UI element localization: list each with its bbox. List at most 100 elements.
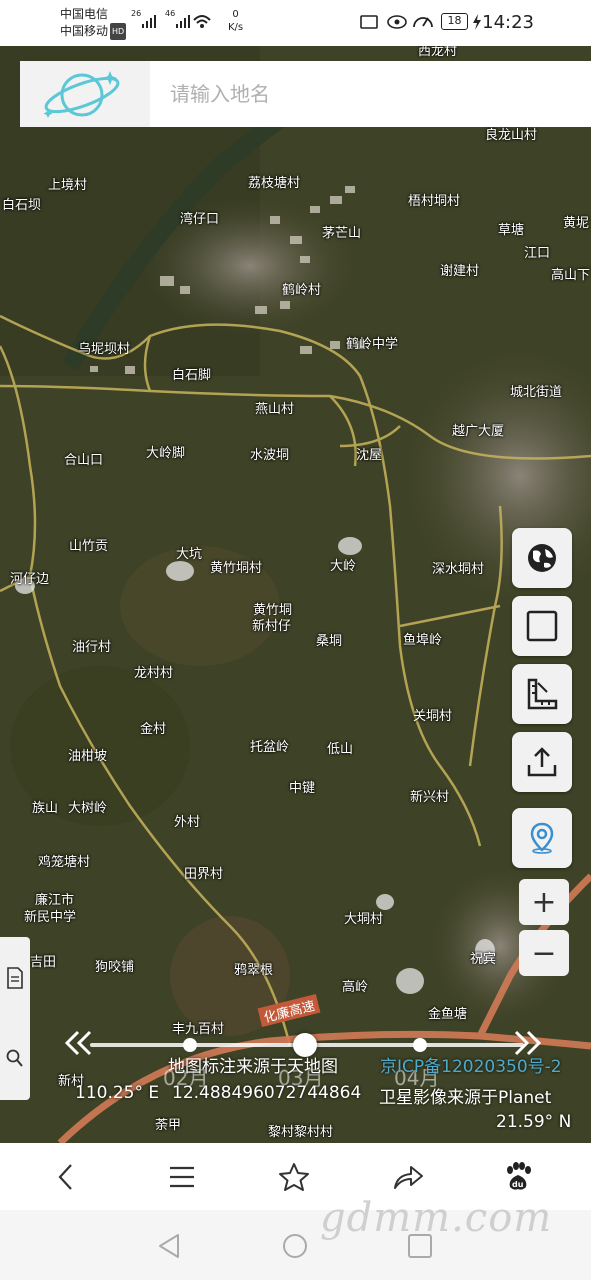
cast-icon [360, 15, 378, 29]
map-label: 田界村 [184, 867, 224, 882]
map-label: 江口 [524, 246, 551, 261]
map-label: 鹤岭中学 [346, 337, 399, 352]
search-input[interactable] [170, 61, 570, 127]
center-value: 12.488496072744864 [172, 1083, 362, 1103]
star-icon [279, 1162, 309, 1191]
nav-back-icon[interactable] [156, 1232, 182, 1260]
map-label: 桑垌 [316, 634, 343, 649]
measure-button[interactable] [512, 664, 572, 724]
map-label: 低山 [327, 742, 354, 757]
map-label: 大岭脚 [146, 446, 186, 461]
map-label: 大垌村 [344, 912, 384, 927]
app-logo[interactable] [20, 61, 150, 127]
carrier-1: 中国电信 [60, 7, 109, 21]
search-bar [20, 61, 591, 127]
map-imagery [0, 46, 591, 1143]
map-label: 外村 [174, 815, 201, 830]
map-label: 深水垌村 [432, 562, 485, 577]
map-label: 鸦翠根 [234, 963, 274, 978]
map-label: 燕山村 [255, 402, 295, 417]
map-label: 大岭 [330, 559, 357, 574]
map-label: 新村仔 [252, 619, 292, 634]
menu-icon [170, 1166, 194, 1187]
map-label: 鱼埠岭 [403, 633, 443, 648]
map-label: 高山下 [551, 268, 591, 283]
square-select-button[interactable] [512, 596, 572, 656]
map-label: 吉田 [30, 955, 57, 970]
map-label: 油柑坡 [68, 749, 108, 764]
map-label: 水波垌 [250, 448, 290, 463]
map-label: 乌坭坝村 [78, 342, 131, 357]
menu-button[interactable] [152, 1143, 212, 1210]
charging-icon [473, 14, 481, 30]
ruler-icon [527, 678, 558, 710]
back-button[interactable] [36, 1143, 96, 1210]
svg-text:du: du [512, 1180, 524, 1189]
map-label: 越广大厦 [452, 424, 505, 439]
bookmark-button[interactable] [264, 1143, 324, 1210]
status-icons [360, 12, 438, 36]
map-label: 茅芒山 [322, 226, 362, 241]
carrier-info: 中国电信 中国移动 HD [60, 6, 127, 40]
map-label: 鹤岭村 [282, 283, 322, 298]
map-label: 城北街道 [510, 385, 563, 400]
document-icon[interactable] [6, 967, 24, 989]
zoom-in-button[interactable]: + [519, 879, 569, 925]
map-label: 鸡笼塘村 [38, 855, 91, 870]
map-label: 油行村 [72, 640, 112, 655]
map-label: 新民中学 [24, 910, 77, 925]
watermark: gdmm.com [320, 1195, 553, 1241]
globe-button[interactable] [512, 528, 572, 588]
map-label: 白石脚 [172, 368, 212, 383]
map-label: 新兴村 [410, 790, 450, 805]
map-label: 梧村垌村 [408, 194, 461, 209]
map-label: 黄竹垌村 [210, 561, 263, 576]
signal-2-text: 46 [165, 9, 176, 18]
baidu-paw-icon: du [507, 1161, 531, 1190]
imagery-source: 卫星影像来源于Planet [379, 1088, 552, 1108]
nav-home-icon[interactable] [281, 1232, 309, 1260]
locate-button[interactable] [512, 808, 572, 868]
longitude: 110.25° E [75, 1083, 160, 1103]
map-label: 草塘 [498, 223, 525, 238]
share-button[interactable] [512, 732, 572, 792]
map-label: 中键 [289, 781, 316, 796]
battery-icon: 18 [441, 13, 468, 30]
map-label: 山竹贡 [69, 539, 109, 554]
map-label: 托盆岭 [250, 740, 290, 755]
map-label: 河仔边 [10, 572, 50, 587]
speed-value: 0 [232, 9, 239, 20]
map-label: 荔枝塘村 [248, 176, 301, 191]
network-speed: 0 K/s [228, 8, 243, 34]
map-label: 沈屋 [356, 448, 383, 463]
icp-link[interactable]: 京ICP备12020350号-2 [380, 1052, 562, 1077]
map-label: 龙村村 [134, 666, 174, 681]
signal-1-text: 26 [131, 9, 142, 18]
map-label: 谢建村 [440, 264, 480, 279]
side-panel-tab [0, 937, 30, 1100]
location-pin-icon [530, 822, 554, 854]
clock: 14:23 [482, 12, 534, 33]
map-label: 大坑 [176, 547, 203, 562]
square-icon [526, 610, 558, 642]
map-label: 族山 [32, 801, 59, 816]
annotation-source: 地图标注来源于天地图 [168, 1057, 338, 1077]
zoom-out-button[interactable]: − [519, 930, 569, 976]
carrier-2: 中国移动 [60, 24, 109, 38]
speed-unit: K/s [228, 22, 244, 33]
satellite-map[interactable]: 西龙村 良龙山村 上境村 荔枝塘村 白石坝 梧村垌村 黄坭 湾仔口 茅芒山 草塘… [0, 46, 591, 1143]
status-bar: 中国电信 中国移动 HD 26 46 0 K/s 18 14:23 [0, 0, 591, 46]
map-label: 大树岭 [68, 801, 108, 816]
forward-share-icon [394, 1165, 423, 1189]
map-info-overlay: 地图标注来源于天地图 京ICP备12020350号-2 110.25° E 12… [30, 1046, 591, 1142]
search-icon[interactable] [6, 1049, 24, 1069]
map-label: 金鱼塘 [428, 1007, 468, 1022]
map-label: 白石坝 [2, 198, 42, 213]
map-label: 狗咬铺 [95, 960, 135, 975]
latitude: 21.59° N [496, 1112, 572, 1132]
map-label: 黄坭 [563, 216, 590, 231]
planet-logo-icon [43, 71, 120, 118]
map-label: 湾仔口 [180, 212, 220, 227]
map-label: 西龙村 [418, 46, 458, 59]
map-label: 关垌村 [413, 709, 453, 724]
